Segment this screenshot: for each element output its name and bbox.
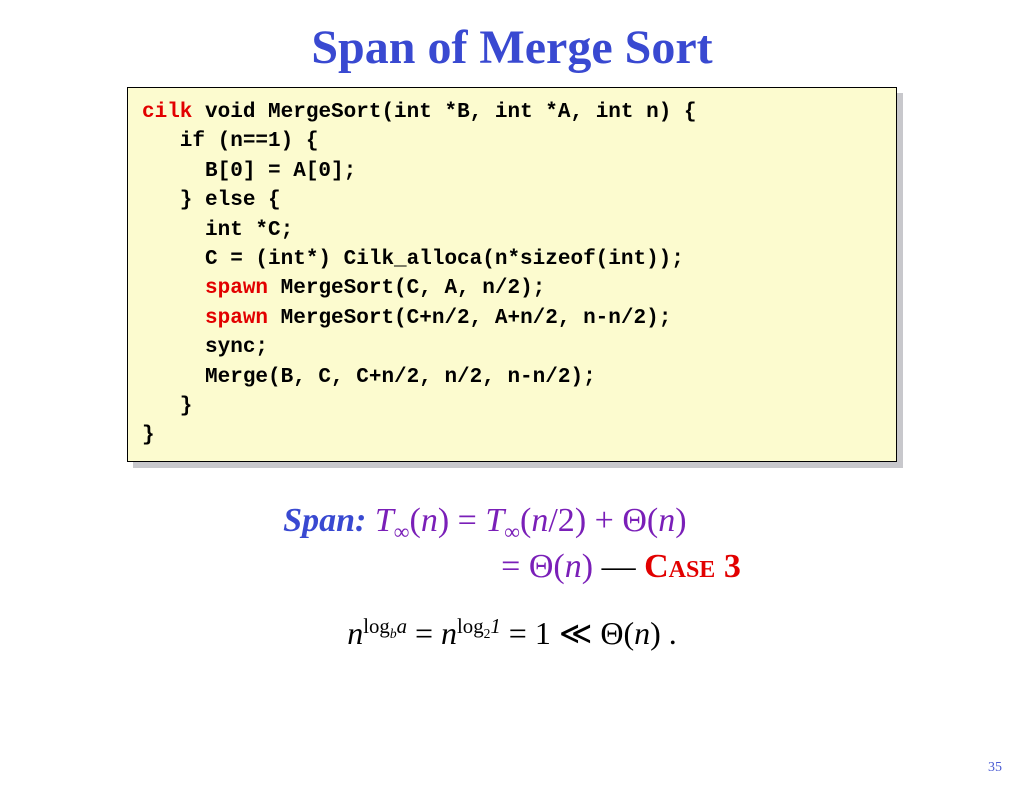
- open-1: (: [410, 502, 421, 539]
- bm-1: 1: [490, 615, 500, 638]
- code-line-12: }: [142, 424, 155, 447]
- eqs-2: =: [501, 548, 529, 585]
- eq-row-2: = Θ(n) — Case 3: [283, 548, 741, 586]
- bm-b: b: [390, 626, 397, 641]
- span-label: Span:: [283, 502, 366, 539]
- keyword-spawn-2: spawn: [205, 307, 268, 330]
- open-4: (: [553, 548, 564, 585]
- bm-open: (: [623, 615, 634, 651]
- close-2: ): [575, 502, 586, 539]
- page-number: 35: [988, 760, 1002, 776]
- n-3: n: [658, 502, 675, 539]
- keyword-spawn-1: spawn: [205, 277, 268, 300]
- code-line-7: MergeSort(C, A, n/2);: [268, 277, 545, 300]
- bm-eq1b: = 1: [501, 615, 559, 651]
- code-line-1: void MergeSort(int *B, int *A, int n) {: [192, 101, 696, 124]
- code-line-6: C = (int*) Cilk_alloca(n*sizeof(int));: [142, 248, 684, 271]
- over2: /2: [548, 502, 574, 539]
- n-4: n: [565, 548, 582, 585]
- bm-eq1: =: [407, 615, 441, 651]
- bm-n3: n: [634, 615, 650, 651]
- code-line-10: Merge(B, C, C+n/2, n/2, n-n/2);: [142, 366, 596, 389]
- span-equation: Span: T∞(n) = T∞(n/2) + Θ(n) = Θ(n) — Ca…: [0, 502, 1024, 587]
- bm-a: a: [397, 615, 407, 638]
- open-3: (: [647, 502, 658, 539]
- bm-theta: Θ: [592, 615, 623, 651]
- code-line-11: }: [142, 395, 192, 418]
- n-2: n: [531, 502, 548, 539]
- code-line-9: sync;: [142, 336, 268, 359]
- bm-close: ): [650, 615, 661, 651]
- bm-period: .: [661, 615, 677, 651]
- eqs-1: =: [449, 502, 485, 539]
- case-label: Case 3: [644, 548, 741, 585]
- code-container: cilk void MergeSort(int *B, int *A, int …: [127, 87, 897, 462]
- open-2: (: [520, 502, 531, 539]
- plus: +: [586, 502, 622, 539]
- dash: —: [602, 548, 645, 585]
- eq-row-1: Span: T∞(n) = T∞(n/2) + Θ(n): [283, 502, 741, 545]
- close-4: ): [582, 548, 593, 585]
- code-line-5: int *C;: [142, 219, 293, 242]
- code-line-4: } else {: [142, 189, 281, 212]
- inf-sub-1: ∞: [394, 518, 410, 543]
- bm-log2: log: [457, 615, 484, 638]
- n-1: n: [421, 502, 438, 539]
- bm-n2: n: [441, 615, 457, 651]
- bm-log1: log: [363, 615, 390, 638]
- close-3: ): [675, 502, 686, 539]
- close-1: ): [438, 502, 449, 539]
- code-line-3: B[0] = A[0];: [142, 160, 356, 183]
- code-line-8: MergeSort(C+n/2, A+n/2, n-n/2);: [268, 307, 671, 330]
- theta-2: Θ: [529, 548, 554, 585]
- keyword-cilk: cilk: [142, 101, 192, 124]
- master-theorem-line: nlogba = nlog21 = 1 ≪ Θ(n) .: [0, 614, 1024, 652]
- T-sym-1: T: [375, 502, 394, 539]
- T-sym-2: T: [485, 502, 504, 539]
- inf-sub-2: ∞: [504, 518, 520, 543]
- code-indent-7: [142, 277, 205, 300]
- code-indent-8: [142, 307, 205, 330]
- code-box: cilk void MergeSort(int *B, int *A, int …: [127, 87, 897, 462]
- bm-n1: n: [347, 615, 363, 651]
- much-less-icon: ≪: [559, 615, 593, 651]
- slide-title: Span of Merge Sort: [0, 20, 1024, 75]
- theta-1: Θ: [622, 502, 647, 539]
- code-line-2: if (n==1) {: [142, 130, 318, 153]
